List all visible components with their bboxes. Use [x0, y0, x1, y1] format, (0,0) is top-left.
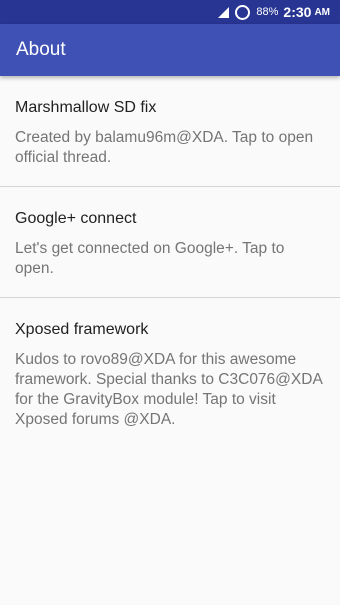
list-item-title: Xposed framework [15, 321, 149, 338]
screen: 88% 2:30 AM About Marshmallow SD fix Cre… [0, 0, 340, 605]
clock: 2:30 [283, 4, 312, 20]
battery-level: 88% [256, 6, 279, 18]
list-item-summary: Kudos to rovo89@XDA for this awesome fra… [15, 351, 322, 428]
clock-ampm: AM [314, 6, 330, 18]
app-bar: About [0, 24, 340, 76]
signal-icon [218, 6, 230, 18]
list-item-title: Marshmallow SD fix [15, 99, 157, 116]
list-item-xposed-framework[interactable]: Xposed framework Kudos to rovo89@XDA for… [0, 298, 340, 448]
list-item-google-plus-connect[interactable]: Google+ connect Let's get connected on G… [0, 187, 340, 298]
list-item-title: Google+ connect [15, 210, 137, 227]
status-bar: 88% 2:30 AM [0, 0, 340, 24]
page-title: About [16, 39, 66, 60]
list-item-summary: Let's get connected on Google+. Tap to o… [15, 240, 285, 277]
list-item-marshmallow-sd-fix[interactable]: Marshmallow SD fix Created by balamu96m@… [0, 76, 340, 187]
about-list: Marshmallow SD fix Created by balamu96m@… [0, 76, 340, 448]
list-item-summary: Created by balamu96m@XDA. Tap to open of… [15, 129, 314, 166]
sync-icon [235, 4, 251, 20]
